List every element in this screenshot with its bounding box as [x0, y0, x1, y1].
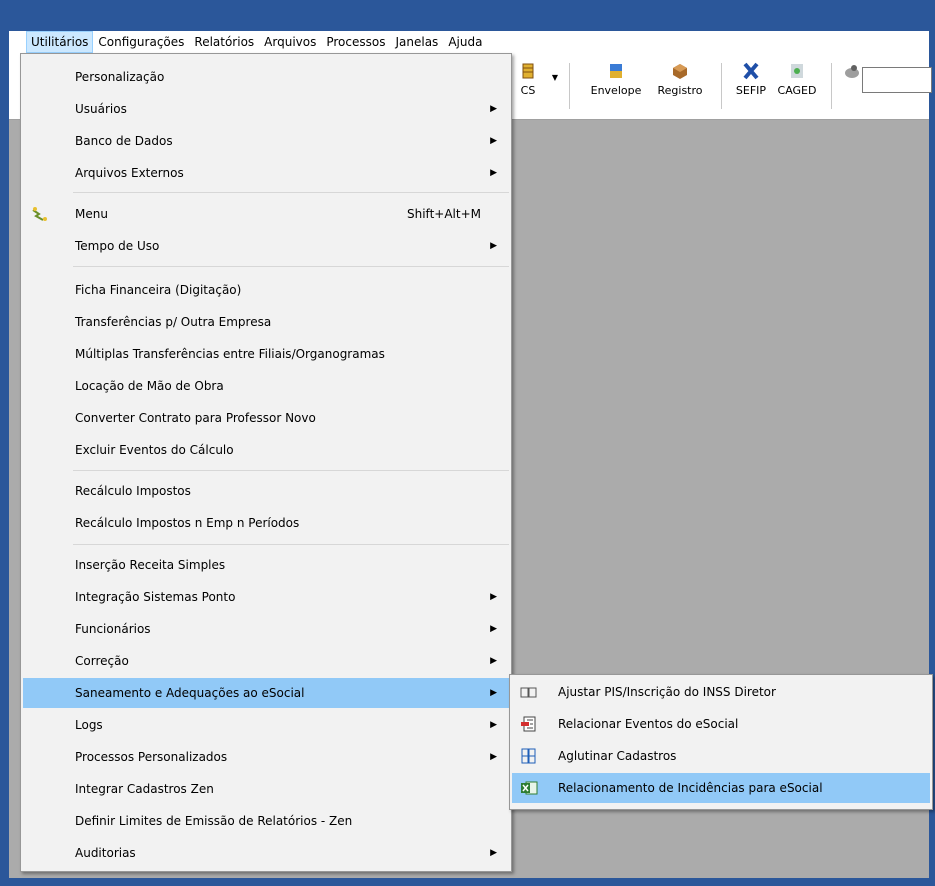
- menu-item-tempo-uso[interactable]: Tempo de Uso ▶: [23, 231, 509, 261]
- spreadsheet-icon: [521, 781, 538, 795]
- sefip-icon: [743, 62, 759, 80]
- toolbar-input[interactable]: [862, 67, 932, 93]
- menu-janelas[interactable]: Janelas: [390, 31, 443, 53]
- database-icon: [522, 63, 534, 79]
- menu-item-multiplas-transferencias[interactable]: Múltiplas Transferências entre Filiais/O…: [23, 339, 509, 369]
- submenu-arrow-icon: ▶: [490, 752, 497, 762]
- menu-separator: [73, 192, 509, 193]
- menu-separator: [73, 470, 509, 471]
- menu-item-processos-personalizados[interactable]: Processos Personalizados ▶: [23, 742, 509, 772]
- submenu-arrow-icon: ▶: [490, 848, 497, 858]
- menu-processos[interactable]: Processos: [321, 31, 390, 53]
- envelope-button[interactable]: Envelope: [582, 60, 650, 110]
- menu-item-personalizacao[interactable]: Personalização: [23, 62, 509, 92]
- toolbar-dropdown-arrow[interactable]: ▼: [549, 73, 561, 123]
- submenu-arrow-icon: ▶: [490, 688, 497, 698]
- registro-icon: [673, 64, 687, 79]
- submenu-arrow-icon: ▶: [490, 720, 497, 730]
- caged-icon: [791, 64, 803, 78]
- window-frame-bottom: [0, 878, 935, 886]
- menu-item-excluir-eventos[interactable]: Excluir Eventos do Cálculo: [23, 435, 509, 465]
- menu-item-saneamento[interactable]: Saneamento e Adequações ao eSocial ▶: [23, 678, 509, 708]
- menu-item-menu[interactable]: Menu Shift+Alt+M: [23, 199, 509, 229]
- book-icon: [520, 687, 537, 698]
- menu-item-arquivos-externos[interactable]: Arquivos Externos ▶: [23, 158, 509, 188]
- menu-item-funcionarios[interactable]: Funcionários ▶: [23, 614, 509, 644]
- menu-item-recalculo-periodos[interactable]: Recálculo Impostos n Emp n Períodos: [23, 508, 509, 538]
- toolbar-separator: [721, 63, 722, 109]
- menu-item-definir-limites[interactable]: Definir Limites de Emissão de Relatórios…: [23, 806, 509, 836]
- grid-icon: [521, 748, 536, 764]
- submenu-arrow-icon: ▶: [490, 592, 497, 602]
- menu-shortcut-icon: [32, 207, 47, 221]
- menu-item-usuarios[interactable]: Usuários ▶: [23, 94, 509, 124]
- utilitarios-dropdown: Personalização Usuários ▶ Banco de Dados…: [20, 53, 512, 872]
- submenu-arrow-icon: ▶: [490, 168, 497, 178]
- caged-button[interactable]: CAGED: [773, 60, 821, 110]
- submenu-arrow-icon: ▶: [490, 104, 497, 114]
- submenu-arrow-icon: ▶: [490, 656, 497, 666]
- magnifier-icon: [845, 65, 859, 78]
- menu-item-recalculo-impostos[interactable]: Recálculo Impostos: [23, 476, 509, 506]
- submenu-item-ajustar-pis[interactable]: Ajustar PIS/Inscrição do INSS Diretor: [512, 677, 930, 707]
- document-list-icon: [521, 716, 536, 732]
- menu-item-transferencias[interactable]: Transferências p/ Outra Empresa: [23, 307, 509, 337]
- menu-item-correcao[interactable]: Correção ▶: [23, 646, 509, 676]
- menu-ajuda[interactable]: Ajuda: [443, 31, 487, 53]
- submenu-arrow-icon: ▶: [490, 136, 497, 146]
- submenu-arrow-icon: ▶: [490, 624, 497, 634]
- submenu-item-relacionamento-incidencias[interactable]: Relacionamento de Incidências para eSoci…: [512, 773, 930, 803]
- window-frame-top: [0, 0, 935, 31]
- menu-arquivos[interactable]: Arquivos: [259, 31, 321, 53]
- menu-item-banco-dados[interactable]: Banco de Dados ▶: [23, 126, 509, 156]
- window-frame-left: [0, 31, 9, 886]
- registro-button[interactable]: Registro: [649, 60, 711, 110]
- toolbar-partial-button[interactable]: CS: [509, 60, 547, 110]
- menubar: Utilitários Configurações Relatórios Arq…: [9, 31, 929, 53]
- menu-item-integracao-ponto[interactable]: Integração Sistemas Ponto ▶: [23, 582, 509, 612]
- menu-separator: [73, 266, 509, 267]
- menu-item-insercao-receita[interactable]: Inserção Receita Simples: [23, 550, 509, 580]
- menu-item-ficha-financeira[interactable]: Ficha Financeira (Digitação): [23, 275, 509, 305]
- envelope-icon: [610, 64, 622, 78]
- menu-item-converter-contrato[interactable]: Converter Contrato para Professor Novo: [23, 403, 509, 433]
- menu-item-logs[interactable]: Logs ▶: [23, 710, 509, 740]
- menu-separator: [73, 544, 509, 545]
- menu-item-integrar-zen[interactable]: Integrar Cadastros Zen: [23, 774, 509, 804]
- toolbar-separator: [831, 63, 832, 109]
- toolbar-separator: [569, 63, 570, 109]
- menu-relatorios[interactable]: Relatórios: [189, 31, 259, 53]
- saneamento-submenu: Ajustar PIS/Inscrição do INSS Diretor Re…: [509, 674, 933, 810]
- submenu-item-relacionar-eventos[interactable]: Relacionar Eventos do eSocial: [512, 709, 930, 739]
- submenu-item-aglutinar-cadastros[interactable]: Aglutinar Cadastros: [512, 741, 930, 771]
- menu-utilitarios[interactable]: Utilitários: [26, 31, 94, 53]
- menu-item-auditorias[interactable]: Auditorias ▶: [23, 838, 509, 868]
- submenu-arrow-icon: ▶: [490, 241, 497, 251]
- menu-item-locacao[interactable]: Locação de Mão de Obra: [23, 371, 509, 401]
- menu-configuracoes[interactable]: Configurações: [93, 31, 189, 53]
- sefip-button[interactable]: SEFIP: [731, 60, 771, 110]
